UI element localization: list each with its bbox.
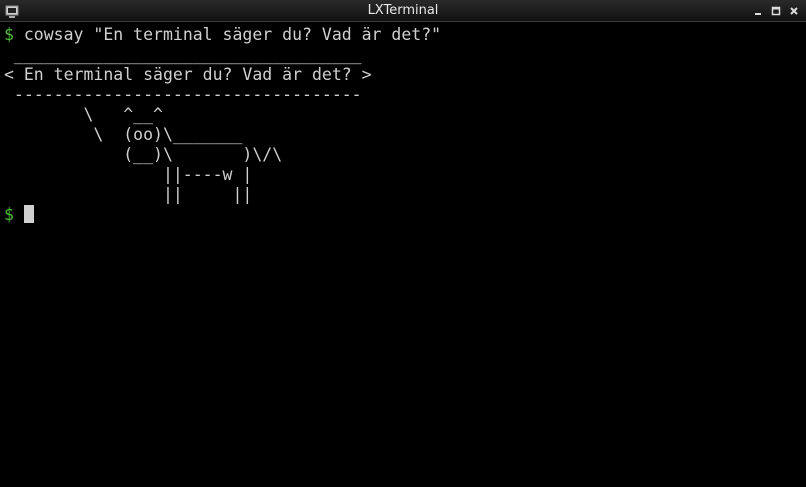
output-line: || || bbox=[4, 185, 253, 204]
output-line: ||----w | bbox=[4, 165, 253, 184]
prompt-symbol: $ bbox=[4, 25, 14, 44]
close-button[interactable] bbox=[786, 3, 802, 19]
window-controls bbox=[750, 3, 802, 19]
title-bar[interactable]: LXTerminal bbox=[0, 0, 806, 22]
command-text: cowsay "En terminal säger du? Vad är det… bbox=[13, 25, 442, 44]
output-line: (__)\ )\/\ bbox=[4, 145, 283, 164]
input-text bbox=[14, 205, 24, 224]
input-line[interactable]: $ bbox=[4, 205, 806, 225]
output-line: ----------------------------------- bbox=[4, 85, 362, 104]
minimize-button[interactable] bbox=[750, 3, 766, 19]
output-line: ___________________________________ bbox=[4, 45, 362, 64]
window-title: LXTerminal bbox=[367, 3, 439, 18]
output-line: \ ^__^ bbox=[4, 105, 163, 124]
output-line: \ (oo)\_______ bbox=[4, 125, 243, 144]
maximize-icon bbox=[771, 6, 781, 16]
command-line: $ cowsay "En terminal säger du? Vad är d… bbox=[4, 25, 806, 45]
terminal-area[interactable]: $ cowsay "En terminal säger du? Vad är d… bbox=[0, 22, 806, 487]
close-icon bbox=[790, 7, 798, 15]
terminal-window: LXTerminal $ cowsay "En terminal säger d… bbox=[0, 0, 806, 487]
text-cursor bbox=[23, 205, 34, 223]
minimize-icon bbox=[755, 13, 761, 15]
output-line: < En terminal säger du? Vad är det? > bbox=[4, 65, 372, 84]
maximize-button[interactable] bbox=[768, 3, 784, 19]
prompt-symbol: $ bbox=[4, 205, 14, 224]
